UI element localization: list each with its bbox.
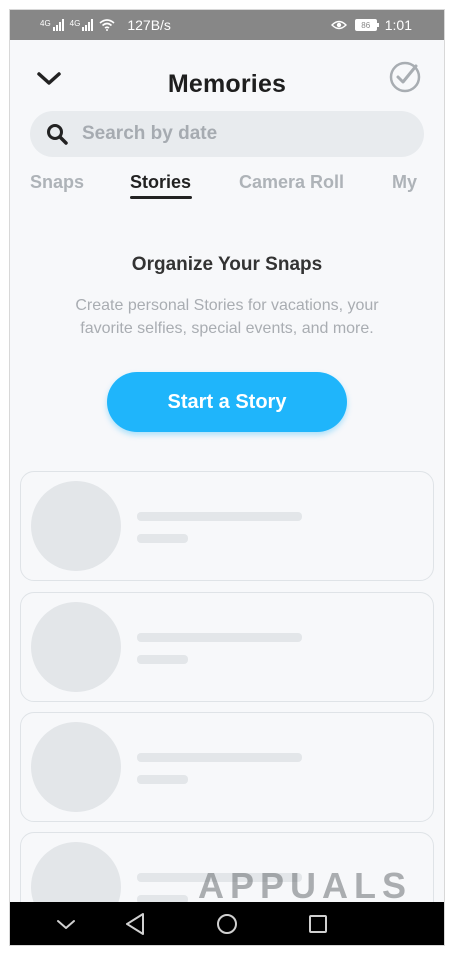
search-bar[interactable] [30, 111, 424, 157]
status-left: 4G 4G 127B/s [10, 17, 171, 33]
header: Memories [10, 40, 444, 112]
tab-bar: Snaps Stories Camera Roll My [10, 168, 444, 208]
status-right: 86 1:01 [330, 17, 444, 33]
battery-level: 86 [361, 20, 371, 30]
placeholder-line [137, 633, 302, 642]
placeholder-line [137, 873, 302, 882]
eye-comfort-icon [330, 20, 347, 30]
placeholder-card [20, 592, 434, 702]
placeholder-avatar [31, 481, 121, 571]
cell-signal-icon: 4G [40, 19, 64, 31]
network-speed: 127B/s [127, 17, 171, 33]
back-triangle-icon[interactable] [105, 902, 165, 945]
network-type-1: 4G [40, 19, 51, 28]
empty-state-description: Create personal Stories for vacations, y… [75, 297, 379, 337]
empty-state-title: Organize Your Snaps [131, 254, 323, 275]
status-bar: 4G 4G 127B/s 86 1:01 [10, 10, 444, 40]
placeholder-line [137, 753, 302, 762]
system-nav-bar [10, 902, 444, 945]
page-title: Memories [167, 70, 287, 98]
placeholder-avatar [31, 722, 121, 812]
clock: 1:01 [384, 17, 412, 33]
placeholder-avatar [31, 602, 121, 692]
tab-camera-roll[interactable]: Camera Roll [239, 172, 344, 193]
placeholder-line [137, 512, 302, 521]
search-icon [47, 124, 68, 145]
start-story-button[interactable]: Start a Story [107, 372, 347, 432]
cell-signal-icon: 4G [70, 19, 94, 31]
recent-apps-icon[interactable] [288, 902, 348, 945]
tab-stories[interactable]: Stories [130, 172, 191, 193]
app-frame: 4G 4G 127B/s 86 1:01 Memories Search by … [10, 10, 444, 945]
wifi-icon [99, 19, 115, 31]
tab-my-eyes-only[interactable]: My [392, 172, 417, 193]
placeholder-line [137, 655, 188, 664]
search-input[interactable] [80, 122, 384, 146]
placeholder-card [20, 471, 434, 581]
placeholder-line [137, 775, 188, 784]
placeholder-line [137, 534, 188, 543]
placeholder-card [20, 712, 434, 822]
home-circle-icon[interactable] [197, 902, 257, 945]
chevron-down-icon[interactable] [36, 902, 96, 945]
battery-icon: 86 [354, 19, 379, 31]
active-tab-indicator [130, 196, 192, 199]
network-type-2: 4G [69, 19, 81, 28]
check-circle-icon[interactable] [388, 60, 422, 94]
tab-snaps[interactable]: Snaps [30, 172, 84, 193]
